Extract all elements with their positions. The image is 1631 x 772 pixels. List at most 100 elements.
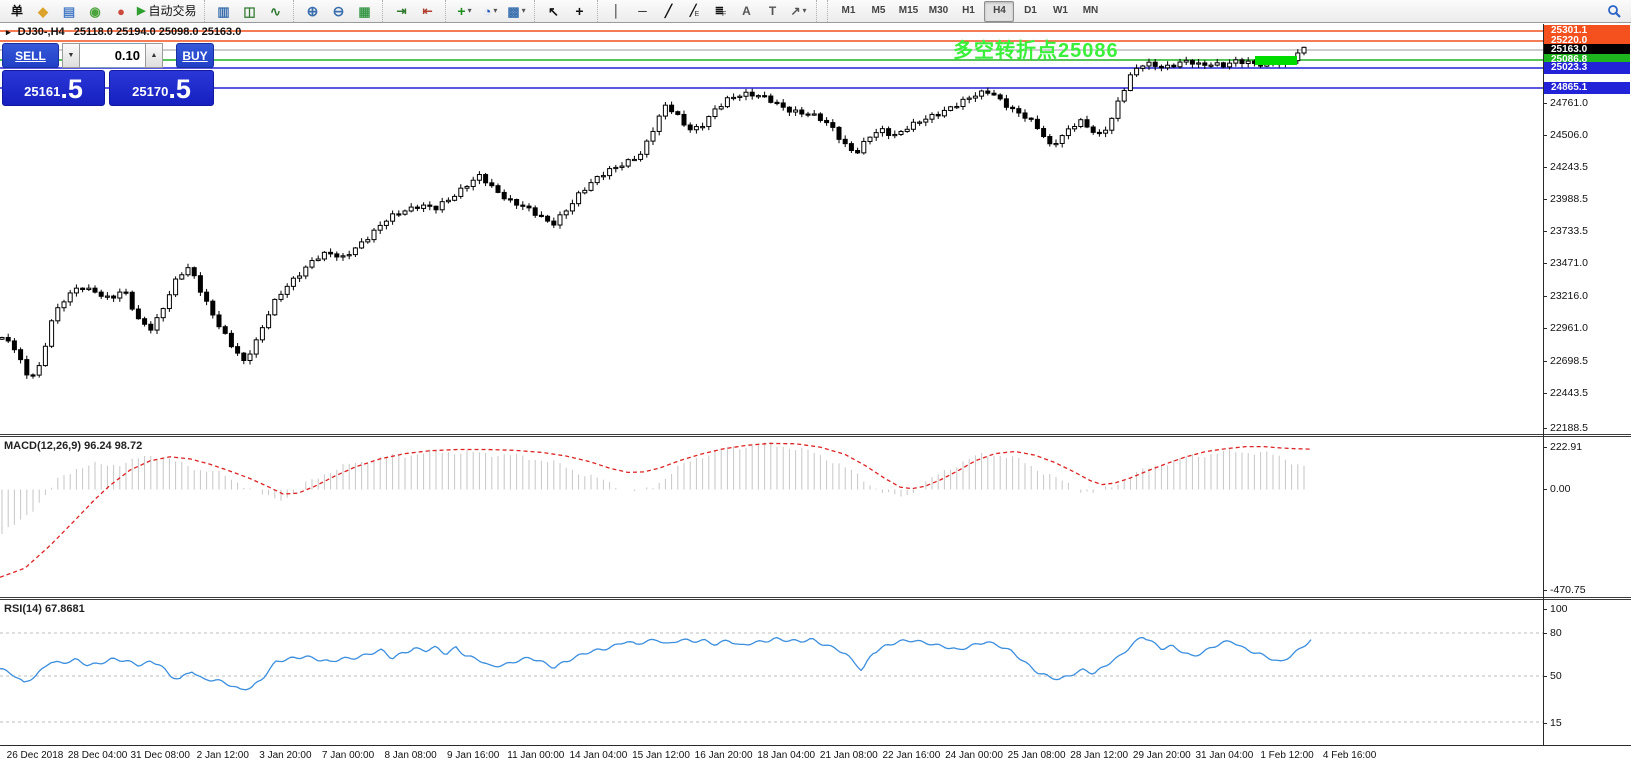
macd-tick-label: 0.00 bbox=[1550, 483, 1570, 495]
timeframe-m15[interactable]: M15 bbox=[894, 2, 922, 21]
crosshair-icon[interactable]: + bbox=[567, 2, 591, 21]
deposit-icon[interactable]: ◆ bbox=[31, 2, 55, 21]
price-tick-label: 24243.5 bbox=[1550, 161, 1588, 173]
time-axis-label: 25 Jan 08:00 bbox=[1008, 750, 1066, 761]
buy-button[interactable]: BUY bbox=[176, 43, 214, 68]
zoom-out-icon[interactable]: ⊖ bbox=[326, 2, 350, 21]
auto-scroll-icon[interactable]: ⇥ bbox=[389, 2, 413, 21]
price-level-badge: 25023.3 bbox=[1544, 62, 1630, 74]
mt4-window: 单◆▤◉●▶自动交易 ▥◫∿ ⊕⊖▦ ⇥⇤ +▾◔▾▩▾ ↖+ │─╱╱E≣FAT↗▾ M1… bbox=[0, 0, 1631, 772]
price-tick-label: 22961.0 bbox=[1550, 322, 1588, 334]
price-tick bbox=[1543, 393, 1547, 394]
line-chart-icon[interactable]: ∿ bbox=[263, 2, 287, 21]
templates-icon[interactable]: ▩▾ bbox=[504, 2, 528, 21]
price-tick-label: 23216.0 bbox=[1550, 290, 1588, 302]
chart-window-icon[interactable]: ▤ bbox=[57, 2, 81, 21]
time-axis-label: 26 Dec 2018 bbox=[7, 750, 64, 761]
time-axis-label: 29 Jan 20:00 bbox=[1133, 750, 1191, 761]
pane-separator[interactable] bbox=[0, 597, 1631, 600]
time-axis-label: 16 Jan 20:00 bbox=[695, 750, 753, 761]
price-tick bbox=[1543, 103, 1547, 104]
macd-pane[interactable] bbox=[0, 438, 1543, 597]
time-axis-label: 21 Jan 08:00 bbox=[820, 750, 878, 761]
timeframe-h1[interactable]: H1 bbox=[954, 2, 982, 21]
text-label-tool-button[interactable]: T bbox=[760, 2, 784, 21]
autotrading-button[interactable]: ▶自动交易 bbox=[135, 2, 198, 21]
price-tick bbox=[1543, 361, 1547, 362]
price-tick-label: 23471.0 bbox=[1550, 257, 1588, 269]
time-axis-label: 28 Dec 04:00 bbox=[68, 750, 128, 761]
chart-shift-icon[interactable]: ⇤ bbox=[415, 2, 439, 21]
symbol-timeframe: DJ30-,H4 bbox=[18, 26, 65, 38]
sell-price-main: 25161 bbox=[24, 81, 60, 103]
macd-tick-label: 222.91 bbox=[1550, 441, 1582, 453]
timeframe-d1[interactable]: D1 bbox=[1016, 2, 1044, 21]
time-axis-label: 3 Jan 20:00 bbox=[259, 750, 311, 761]
time-axis-label: 4 Feb 16:00 bbox=[1323, 750, 1376, 761]
time-axis-label: 31 Jan 04:00 bbox=[1195, 750, 1253, 761]
sell-button[interactable]: SELL bbox=[2, 43, 59, 68]
price-tick bbox=[1543, 296, 1547, 297]
zoom-in-icon[interactable]: ⊕ bbox=[300, 2, 324, 21]
text-tool-button[interactable]: A bbox=[734, 2, 758, 21]
vertical-line-icon[interactable]: │ bbox=[604, 2, 628, 21]
time-axis-label: 2 Jan 12:00 bbox=[197, 750, 249, 761]
ohlc-values: 25118.0 25194.0 25098.0 25163.0 bbox=[74, 26, 242, 38]
community-icon[interactable]: ● bbox=[109, 2, 133, 21]
price-tick bbox=[1543, 167, 1547, 168]
periods-clock-icon[interactable]: ◔▾ bbox=[478, 2, 502, 21]
price-tick-label: 24761.0 bbox=[1550, 97, 1588, 109]
sell-price[interactable]: 25161 .5 bbox=[2, 70, 105, 106]
horizontal-line-icon[interactable]: ─ bbox=[630, 2, 654, 21]
time-axis-label: 15 Jan 12:00 bbox=[632, 750, 690, 761]
timeframe-m1[interactable]: M1 bbox=[834, 2, 862, 21]
buy-price[interactable]: 25170 .5 bbox=[109, 70, 214, 106]
rsi-tick bbox=[1543, 723, 1547, 724]
price-tick bbox=[1543, 263, 1547, 264]
volume-input[interactable] bbox=[80, 43, 145, 68]
macd-tick bbox=[1543, 590, 1547, 591]
rsi-tick-label: 15 bbox=[1550, 717, 1562, 729]
bar-chart-icon[interactable]: ▥ bbox=[211, 2, 235, 21]
time-axis-label: 22 Jan 16:00 bbox=[882, 750, 940, 761]
price-level-badge: 24865.1 bbox=[1544, 82, 1630, 94]
time-axis-label: 1 Feb 12:00 bbox=[1260, 750, 1313, 761]
trendline-icon[interactable]: ╱ bbox=[656, 2, 680, 21]
chart-marker-icon: ▸ bbox=[6, 27, 11, 37]
search-icon[interactable] bbox=[1602, 2, 1626, 21]
macd-tick bbox=[1543, 489, 1547, 490]
timeframe-w1[interactable]: W1 bbox=[1046, 2, 1074, 21]
volume-down-button[interactable]: ▼ bbox=[62, 43, 80, 68]
highlight-rect bbox=[1255, 56, 1297, 65]
time-axis-label: 11 Jan 00:00 bbox=[507, 750, 564, 761]
rsi-tick bbox=[1543, 609, 1547, 610]
arrows-tool-icon[interactable]: ↗▾ bbox=[786, 2, 810, 21]
rsi-label: RSI(14) 67.8681 bbox=[4, 603, 85, 615]
rsi-tick-label: 100 bbox=[1550, 603, 1568, 615]
toolbar: 单◆▤◉●▶自动交易 ▥◫∿ ⊕⊖▦ ⇥⇤ +▾◔▾▩▾ ↖+ │─╱╱E≣FAT↗▾ M1… bbox=[0, 0, 1631, 23]
time-axis-label: 18 Jan 04:00 bbox=[757, 750, 815, 761]
candle-chart-icon[interactable]: ◫ bbox=[237, 2, 261, 21]
price-chart-pane[interactable] bbox=[0, 24, 1543, 434]
channel-icon[interactable]: ╱E bbox=[682, 2, 706, 21]
indicators-add-icon[interactable]: +▾ bbox=[452, 2, 476, 21]
timeframe-mn[interactable]: MN bbox=[1076, 2, 1104, 21]
tile-windows-icon[interactable]: ▦ bbox=[352, 2, 376, 21]
new-order-button[interactable]: 单 bbox=[5, 2, 29, 21]
cursor-icon[interactable]: ↖ bbox=[541, 2, 565, 21]
timeframe-h4[interactable]: H4 bbox=[984, 1, 1014, 22]
rsi-tick bbox=[1543, 633, 1547, 634]
timeframe-m30[interactable]: M30 bbox=[924, 2, 952, 21]
rsi-pane[interactable] bbox=[0, 601, 1543, 745]
pane-separator[interactable] bbox=[0, 434, 1631, 437]
price-tick bbox=[1543, 231, 1547, 232]
price-tick-label: 24506.0 bbox=[1550, 129, 1588, 141]
fibonacci-icon[interactable]: ≣F bbox=[708, 2, 732, 21]
time-axis-label: 9 Jan 16:00 bbox=[447, 750, 499, 761]
volume-up-button[interactable]: ▲ bbox=[145, 43, 163, 68]
buy-price-main: 25170 bbox=[132, 81, 168, 103]
macd-label: MACD(12,26,9) 96.24 98.72 bbox=[4, 440, 142, 452]
macd-tick-label: -470.75 bbox=[1550, 584, 1586, 596]
signals-icon[interactable]: ◉ bbox=[83, 2, 107, 21]
timeframe-m5[interactable]: M5 bbox=[864, 2, 892, 21]
